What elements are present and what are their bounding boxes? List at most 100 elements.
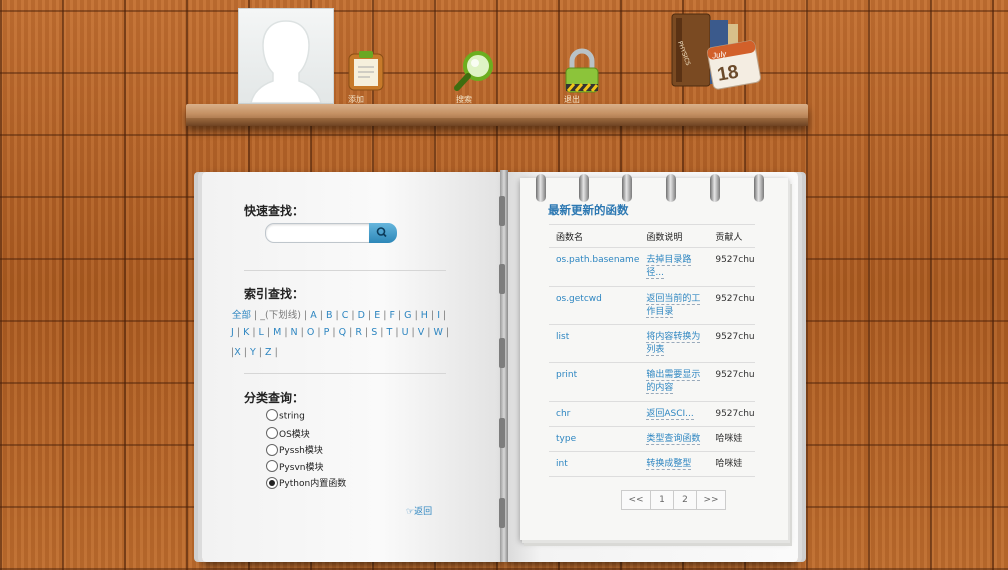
index-letter-g[interactable]: G — [404, 310, 411, 321]
quick-search-label: 快速查找： — [244, 204, 305, 218]
index-letter-y[interactable]: Y — [250, 347, 256, 358]
desc-line-2: 的内容 — [646, 383, 674, 394]
function-desc-link[interactable]: 输出需要显示 的内容 — [639, 362, 709, 402]
function-name-link[interactable]: type — [549, 426, 640, 452]
category-option[interactable]: string — [266, 409, 305, 422]
function-name-link[interactable]: list — [549, 324, 640, 363]
magnifier-icon — [454, 51, 493, 91]
radio-button[interactable] — [266, 427, 278, 439]
binder-tab — [499, 498, 505, 528]
index-letter-e[interactable]: E — [374, 310, 380, 321]
section-divider — [244, 373, 446, 374]
lock-icon — [565, 48, 599, 93]
index-letter-s[interactable]: S — [371, 327, 377, 338]
spiral-ring — [579, 174, 589, 202]
index-letter-u[interactable]: U — [402, 327, 409, 338]
person-silhouette-icon — [250, 20, 322, 103]
shelf-edge — [186, 118, 808, 126]
index-letter-o[interactable]: O — [307, 327, 314, 338]
search-field[interactable] — [265, 223, 371, 243]
table-row: type 类型查询函数 哈咪娃 — [549, 426, 756, 452]
index-letter-p[interactable]: P — [324, 327, 330, 338]
user-avatar[interactable] — [238, 8, 334, 104]
index-letter-t[interactable]: T — [387, 327, 393, 338]
index-letter-l[interactable]: L — [259, 327, 264, 338]
search-input[interactable] — [270, 230, 370, 243]
index-letter-z[interactable]: Z — [265, 347, 272, 358]
page-button[interactable]: 2 — [673, 490, 697, 510]
latest-functions-title: 最新更新的函数 — [548, 203, 629, 217]
contributor: 哈咪娃 — [708, 451, 756, 477]
category-option[interactable]: Pysvn模块 — [266, 460, 323, 474]
category-label: Pyssh模块 — [279, 446, 323, 456]
table-row: list 将内容转换为 列表 9527chu — [549, 324, 756, 363]
index-letter-c[interactable]: C — [342, 310, 349, 321]
index-letter-b[interactable]: B — [326, 310, 333, 321]
index-letter-i[interactable]: I — [437, 310, 440, 321]
desc-line-1: 将内容转换为 — [646, 332, 701, 343]
function-name-link[interactable]: chr — [549, 401, 640, 427]
desc-line-1: 去掉目录路 — [646, 255, 692, 266]
index-row-2: J | K | L | M | N | O | P | Q | R | S | … — [231, 327, 450, 338]
function-desc-link[interactable]: 去掉目录路 径... — [639, 247, 709, 287]
category-option[interactable]: Pyssh模块 — [266, 443, 323, 457]
binder-tab — [499, 418, 505, 448]
radio-button[interactable] — [266, 409, 278, 421]
index-letter-j[interactable]: J — [231, 327, 234, 338]
binder-tab — [499, 264, 505, 294]
contributor: 9527chu — [708, 247, 756, 287]
index-letter-h[interactable]: H — [421, 310, 428, 321]
category-option[interactable]: Python内置函数 — [266, 476, 346, 490]
index-letter-d[interactable]: D — [358, 310, 365, 321]
radio-button[interactable] — [266, 443, 278, 456]
index-letter-w[interactable]: W — [434, 327, 443, 338]
col-header-name: 函数名 — [549, 224, 640, 248]
index-row-3: |X | Y | Z | — [231, 347, 278, 358]
index-letter-a[interactable]: A — [310, 310, 317, 321]
page-button[interactable]: 1 — [650, 490, 674, 510]
letters-row-1: A | B | C | D | E | F | G | H | I | — [310, 310, 447, 321]
spiral-ring — [666, 174, 676, 202]
desc-line-1: 输出需要显示 — [646, 370, 701, 381]
function-desc-link[interactable]: 返回ASCI... — [639, 401, 709, 427]
function-name-link[interactable]: print — [549, 362, 640, 402]
spiral-ring — [536, 174, 546, 202]
index-letter-r[interactable]: R — [355, 327, 362, 338]
index-all-link[interactable]: 全部 — [232, 310, 251, 321]
radio-button[interactable] — [266, 460, 278, 472]
books-calendar-icon: PHYSICS July 18 — [671, 13, 761, 90]
pagination: << 1 2 >> — [621, 490, 726, 510]
back-link[interactable]: ☞返回 — [406, 504, 432, 517]
desc-line-1: 返回ASCI... — [646, 409, 694, 420]
category-option[interactable]: OS模块 — [266, 427, 310, 441]
desc-line-2: 列表 — [646, 345, 665, 356]
desc-line-1: 返回当前的工 — [646, 294, 701, 305]
col-header-by: 贡献人 — [708, 224, 756, 248]
index-letter-x[interactable]: X — [234, 347, 241, 358]
desc-line-1: 类型查询函数 — [646, 434, 701, 445]
function-desc-link[interactable]: 转换成整型 — [639, 451, 709, 477]
index-underscore-link[interactable]: _(下划线) — [260, 310, 301, 321]
section-divider — [244, 270, 446, 271]
clipboard-icon — [348, 51, 384, 91]
page-button[interactable]: >> — [696, 490, 726, 510]
index-letter-v[interactable]: V — [418, 327, 425, 338]
function-desc-link[interactable]: 类型查询函数 — [639, 426, 709, 452]
contributor: 9527chu — [708, 362, 756, 402]
index-letter-q[interactable]: Q — [339, 327, 346, 338]
index-letter-n[interactable]: N — [291, 327, 298, 338]
index-letter-f[interactable]: F — [389, 310, 394, 321]
logout-button[interactable] — [562, 48, 602, 94]
radio-button[interactable] — [266, 476, 278, 489]
function-name-link[interactable]: int — [549, 451, 640, 477]
function-name-link[interactable]: os.path.basename — [549, 247, 640, 287]
search-button[interactable] — [454, 50, 494, 96]
function-desc-link[interactable]: 返回当前的工 作目录 — [639, 286, 709, 325]
add-button[interactable] — [346, 50, 386, 96]
index-letter-k[interactable]: K — [243, 327, 249, 338]
function-desc-link[interactable]: 将内容转换为 列表 — [639, 324, 709, 363]
page-button[interactable]: << — [621, 490, 651, 510]
search-submit-button[interactable] — [369, 223, 397, 243]
function-name-link[interactable]: os.getcwd — [549, 286, 640, 325]
index-letter-m[interactable]: M — [273, 327, 281, 338]
